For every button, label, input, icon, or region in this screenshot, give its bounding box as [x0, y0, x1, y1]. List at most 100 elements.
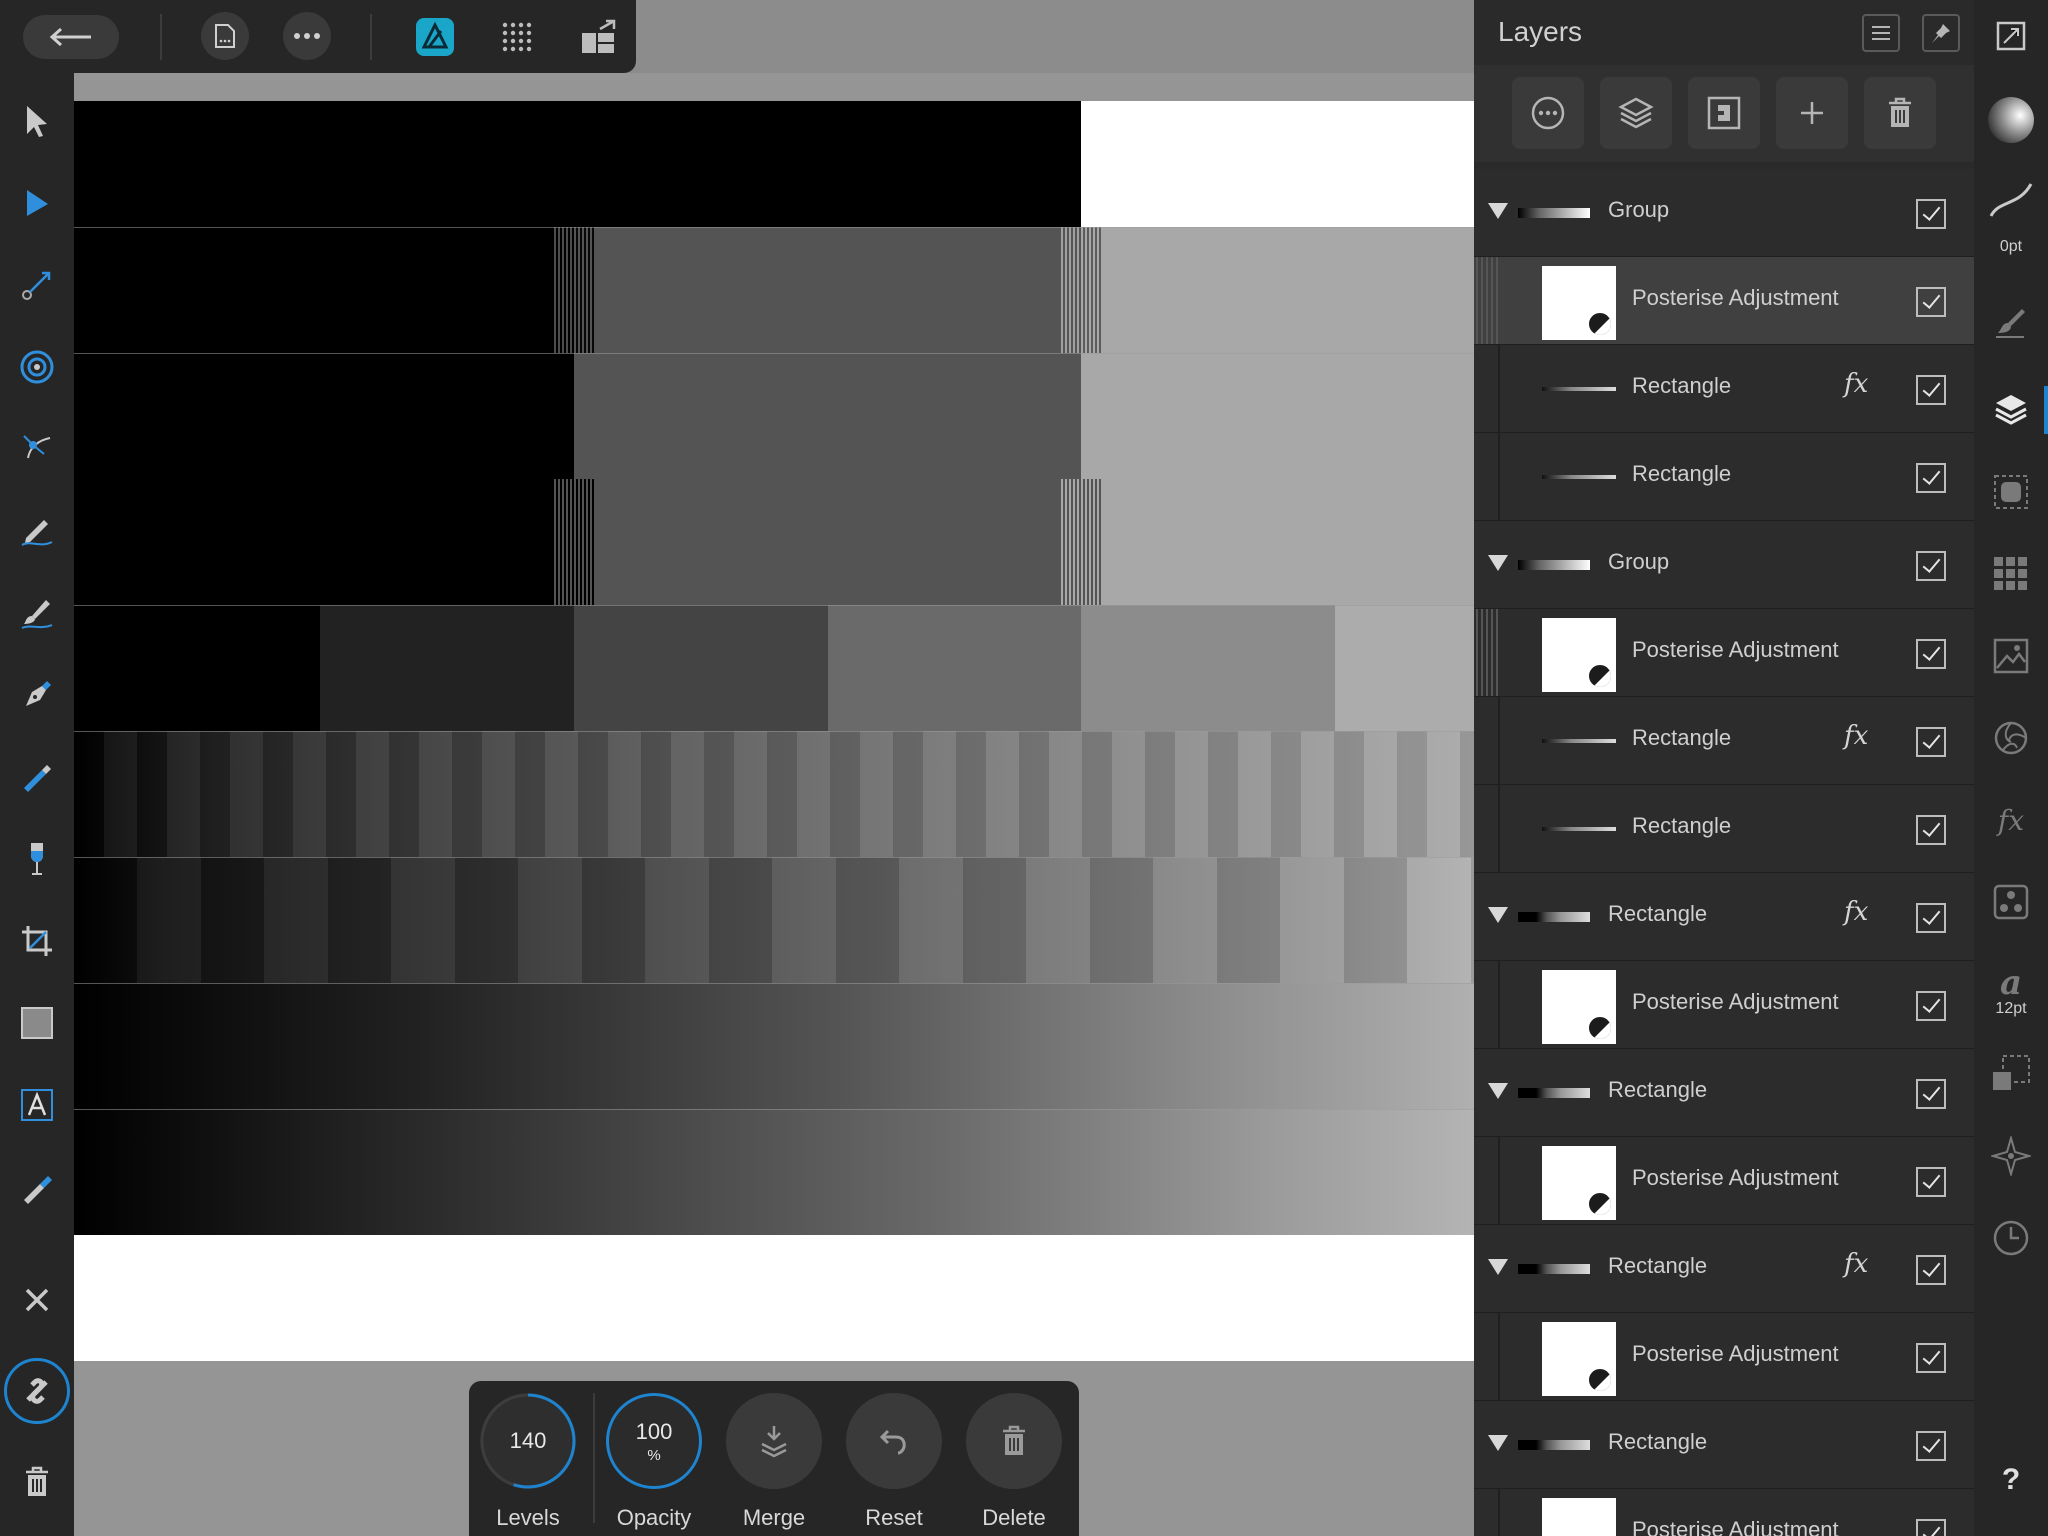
text-studio-button[interactable]: a: [1987, 958, 2035, 1006]
fx-icon[interactable]: fx: [1844, 1249, 1868, 1279]
vector-brush-tool[interactable]: [13, 589, 61, 637]
mask-layer-button[interactable]: [1688, 77, 1760, 149]
layer-row[interactable]: Rectangle: [1474, 1401, 1974, 1489]
transform-studio-button[interactable]: [1987, 1050, 2035, 1098]
brush-icon: [1996, 309, 2025, 338]
appearance-studio-button[interactable]: [1987, 714, 2035, 762]
move-tool[interactable]: [13, 97, 61, 145]
close-tool-button[interactable]: [13, 1276, 61, 1324]
visibility-checkbox[interactable]: [1916, 903, 1946, 933]
document-button[interactable]: [201, 12, 249, 60]
layer-row[interactable]: Posterise Adjustment: [1474, 1313, 1974, 1401]
effects-studio-button[interactable]: [1987, 468, 2035, 516]
visibility-checkbox[interactable]: [1916, 287, 1946, 317]
visibility-checkbox[interactable]: [1916, 1519, 1946, 1536]
help-button[interactable]: ?: [1987, 1456, 2035, 1504]
opacity-dial[interactable]: 100 %: [606, 1393, 702, 1489]
transparency-tool[interactable]: [13, 835, 61, 883]
history-studio-button[interactable]: [1987, 1214, 2035, 1262]
reset-circle[interactable]: [846, 1393, 942, 1489]
expand-triangle-icon[interactable]: [1488, 1259, 1508, 1275]
levels-control[interactable]: 140 Levels: [469, 1381, 579, 1536]
merge-circle[interactable]: [726, 1393, 822, 1489]
fx-icon[interactable]: fx: [1844, 369, 1868, 399]
layer-row[interactable]: Rectangle fx: [1474, 873, 1974, 961]
merge-button[interactable]: Merge: [715, 1381, 825, 1536]
visibility-checkbox[interactable]: [1916, 551, 1946, 581]
node-tool[interactable]: [13, 179, 61, 227]
opacity-control[interactable]: 100 % Opacity: [595, 1381, 705, 1536]
layer-row[interactable]: Posterise Adjustment: [1474, 961, 1974, 1049]
canvas[interactable]: [74, 73, 1474, 1536]
layer-row[interactable]: Posterise Adjustment: [1474, 609, 1974, 697]
visibility-checkbox[interactable]: [1916, 1431, 1946, 1461]
visibility-checkbox[interactable]: [1916, 991, 1946, 1021]
visibility-checkbox[interactable]: [1916, 815, 1946, 845]
visibility-checkbox[interactable]: [1916, 639, 1946, 669]
delete-circle[interactable]: [966, 1393, 1062, 1489]
layer-row[interactable]: Rectangle fx: [1474, 345, 1974, 433]
more-menu-button[interactable]: [283, 12, 331, 60]
visibility-checkbox[interactable]: [1916, 727, 1946, 757]
crop-tool[interactable]: [13, 917, 61, 965]
layer-row[interactable]: Posterise Adjustment: [1474, 257, 1974, 345]
layer-row[interactable]: Rectangle fx: [1474, 697, 1974, 785]
visibility-checkbox[interactable]: [1916, 463, 1946, 493]
visibility-checkbox[interactable]: [1916, 375, 1946, 405]
layer-row[interactable]: Rectangle: [1474, 433, 1974, 521]
layer-options-button[interactable]: [1512, 77, 1584, 149]
pen-tool[interactable]: [13, 671, 61, 719]
snapping-button[interactable]: [4, 1358, 70, 1424]
color-picker-tool[interactable]: [13, 1163, 61, 1211]
fx-studio-button[interactable]: fx: [1987, 796, 2035, 844]
corner-tool[interactable]: [13, 343, 61, 391]
layer-row[interactable]: Rectangle: [1474, 1049, 1974, 1137]
pencil-tool[interactable]: [13, 507, 61, 555]
expand-triangle-icon[interactable]: [1488, 907, 1508, 923]
panel-menu-button[interactable]: [1862, 14, 1900, 52]
layer-row[interactable]: Rectangle: [1474, 785, 1974, 873]
layer-row[interactable]: Posterise Adjustment: [1474, 1137, 1974, 1225]
layer-properties-button[interactable]: [1600, 77, 1672, 149]
expand-triangle-icon[interactable]: [1488, 1435, 1508, 1451]
expand-triangle-icon[interactable]: [1488, 555, 1508, 571]
expand-triangle-icon[interactable]: [1488, 203, 1508, 219]
stroke-studio-button[interactable]: [1987, 176, 2035, 224]
add-layer-button[interactable]: [1776, 77, 1848, 149]
layers-studio-button[interactable]: [1987, 386, 2035, 434]
layer-row[interactable]: Group: [1474, 521, 1974, 609]
fullscreen-button[interactable]: [1987, 12, 2035, 60]
fx-icon[interactable]: fx: [1844, 721, 1868, 751]
navigator-studio-button[interactable]: [1987, 1132, 2035, 1180]
export-persona-button[interactable]: [574, 14, 624, 60]
fx-icon[interactable]: fx: [1844, 897, 1868, 927]
styles-studio-button[interactable]: [1987, 878, 2035, 926]
contour-tool[interactable]: [13, 425, 61, 473]
layer-row[interactable]: Group: [1474, 169, 1974, 257]
expand-triangle-icon[interactable]: [1488, 1083, 1508, 1099]
pin-panel-button[interactable]: [1922, 14, 1960, 52]
fill-tool[interactable]: [13, 753, 61, 801]
delete-adjustment-button[interactable]: Delete: [955, 1381, 1065, 1536]
layer-row[interactable]: Posterise Adjustment: [1474, 1489, 1974, 1536]
layer-row[interactable]: Rectangle fx: [1474, 1225, 1974, 1313]
delete-tool-button[interactable]: [13, 1458, 61, 1506]
assets-studio-button[interactable]: [1987, 632, 2035, 680]
reset-button[interactable]: Reset: [835, 1381, 945, 1536]
back-button[interactable]: [23, 15, 119, 59]
levels-dial[interactable]: 140: [480, 1393, 576, 1489]
delete-layer-button[interactable]: [1864, 77, 1936, 149]
visibility-checkbox[interactable]: [1916, 199, 1946, 229]
text-tool[interactable]: [13, 1081, 61, 1129]
visibility-checkbox[interactable]: [1916, 1167, 1946, 1197]
color-studio-button[interactable]: [1987, 96, 2035, 144]
designer-persona-button[interactable]: [410, 14, 460, 60]
visibility-checkbox[interactable]: [1916, 1255, 1946, 1285]
visibility-checkbox[interactable]: [1916, 1079, 1946, 1109]
point-transform-tool[interactable]: [13, 261, 61, 309]
visibility-checkbox[interactable]: [1916, 1343, 1946, 1373]
brushes-studio-button[interactable]: [1987, 298, 2035, 346]
pixel-persona-button[interactable]: [492, 14, 542, 60]
swatches-studio-button[interactable]: [1987, 550, 2035, 598]
rectangle-tool[interactable]: [13, 999, 61, 1047]
